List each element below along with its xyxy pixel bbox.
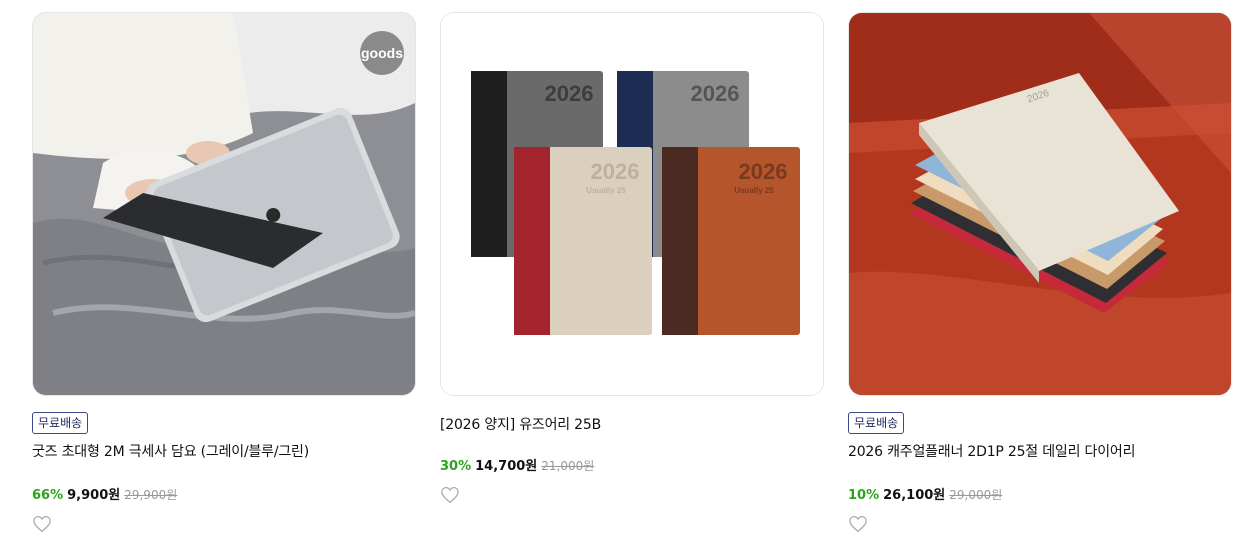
sale-price: 26,100원 [883, 488, 946, 503]
original-price: 29,900원 [124, 488, 178, 502]
cover-subtext: Usually 25 [586, 186, 626, 195]
discount-rate: 30% [440, 459, 472, 474]
price-row: 66% 9,900원 29,900원 [32, 484, 416, 503]
cover-subtext: Usually 25 [734, 186, 774, 195]
planners-photo: 2026 [849, 13, 1231, 395]
product-grid: goods 무료배송 굿즈 초대형 2M 극세사 담요 (그레이/블루/그린) … [0, 0, 1241, 545]
blanket-photo: goods [33, 13, 415, 395]
heart-outline-icon [849, 516, 867, 533]
product-card[interactable]: goods 무료배송 굿즈 초대형 2M 극세사 담요 (그레이/블루/그린) … [32, 12, 416, 533]
cover-year-text: 2026 [591, 159, 640, 184]
original-price: 21,000원 [541, 459, 595, 473]
product-image-blanket[interactable]: goods [32, 12, 416, 396]
product-title[interactable]: 2026 캐주얼플래너 2D1P 25절 데일리 다이어리 [848, 441, 1232, 461]
product-title[interactable]: 굿즈 초대형 2M 극세사 담요 (그레이/블루/그린) [32, 441, 416, 461]
wishlist-button[interactable] [440, 486, 460, 504]
cover-year-text: 2026 [545, 81, 594, 106]
diaries-photo: 2026 2026 2026 Usually 25 2026 Usually 2… [441, 13, 823, 395]
product-card[interactable]: 2026 2026 2026 Usually 25 2026 Usually 2… [440, 12, 824, 504]
product-image-diaries[interactable]: 2026 2026 2026 Usually 25 2026 Usually 2… [440, 12, 824, 396]
wishlist-button[interactable] [32, 515, 52, 533]
cover-year-text: 2026 [691, 81, 740, 106]
price-row: 10% 26,100원 29,000원 [848, 484, 1232, 503]
product-image-planners[interactable]: 2026 [848, 12, 1232, 396]
heart-outline-icon [33, 516, 51, 533]
sale-price: 14,700원 [475, 459, 538, 474]
cover-year-text: 2026 [739, 159, 788, 184]
price-row: 30% 14,700원 21,000원 [440, 455, 824, 474]
free-shipping-badge: 무료배송 [848, 412, 905, 434]
sale-price: 9,900원 [67, 488, 121, 503]
heart-outline-icon [441, 487, 459, 504]
free-shipping-badge: 무료배송 [32, 412, 89, 434]
wishlist-button[interactable] [848, 515, 868, 533]
discount-rate: 10% [848, 488, 880, 503]
product-title[interactable]: [2026 양지] 유즈어리 25B [440, 414, 824, 434]
product-card[interactable]: 2026 무료배송 2026 캐주얼플래너 2D1P 25절 데일리 다이어리 … [848, 12, 1232, 533]
original-price: 29,000원 [949, 488, 1003, 502]
goods-watermark: goods [361, 45, 403, 61]
discount-rate: 66% [32, 488, 64, 503]
